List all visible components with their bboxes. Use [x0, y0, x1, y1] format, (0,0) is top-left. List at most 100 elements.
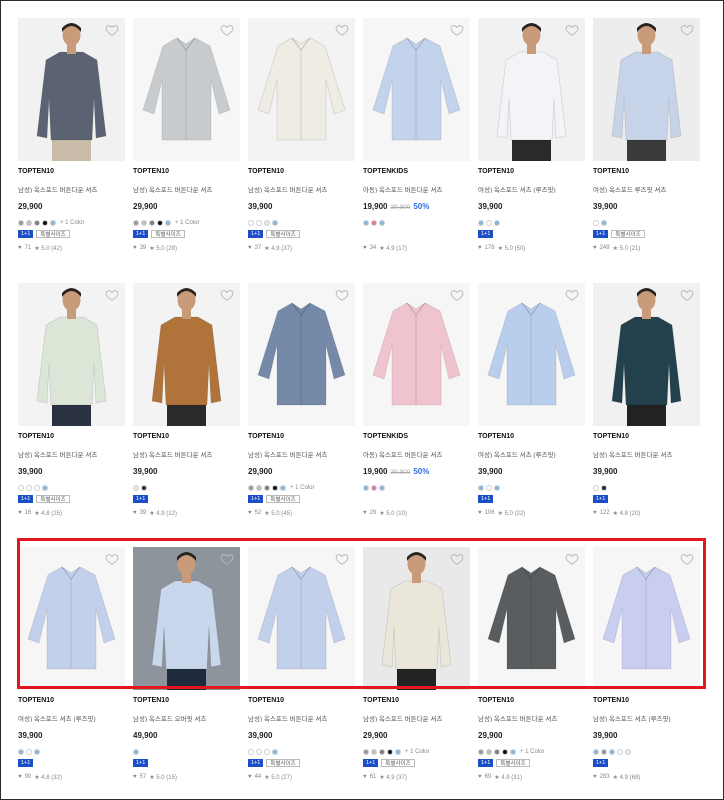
- product-name[interactable]: 남성) 옥스포드 버튼다운 셔츠: [133, 184, 240, 193]
- heart-icon[interactable]: [680, 552, 694, 566]
- product-name[interactable]: 남성) 옥스포드 버튼다운 셔츠: [363, 713, 470, 722]
- color-swatch[interactable]: [395, 748, 401, 755]
- product-image[interactable]: [248, 18, 355, 161]
- heart-icon[interactable]: [220, 552, 234, 566]
- color-swatch[interactable]: [157, 219, 163, 226]
- heart-icon[interactable]: [335, 23, 349, 37]
- color-swatch[interactable]: [18, 748, 24, 755]
- heart-icon[interactable]: [105, 288, 119, 302]
- color-swatch[interactable]: [50, 219, 56, 226]
- product-image[interactable]: [133, 283, 240, 426]
- heart-icon[interactable]: [450, 552, 464, 566]
- product-image[interactable]: [363, 547, 470, 690]
- color-swatch[interactable]: [264, 484, 270, 491]
- product-image[interactable]: [593, 18, 700, 161]
- color-swatch[interactable]: [42, 219, 48, 226]
- color-swatch[interactable]: [34, 219, 40, 226]
- color-swatch[interactable]: [264, 219, 270, 226]
- color-swatch[interactable]: [609, 748, 615, 755]
- heart-icon[interactable]: [680, 288, 694, 302]
- heart-icon[interactable]: [450, 23, 464, 37]
- product-image[interactable]: [18, 283, 125, 426]
- color-swatch[interactable]: [26, 484, 32, 491]
- color-swatch[interactable]: [601, 219, 607, 226]
- product-card[interactable]: TOPTEN10 남성) 옥스포드 버튼다운 셔츠 39,900 1+1 특별사이…: [248, 547, 355, 781]
- product-card[interactable]: TOPTEN10 여성) 옥스포드 셔츠 (루즈핏) 39,900 1+1 ♥ …: [478, 18, 585, 252]
- color-swatch[interactable]: [625, 748, 631, 755]
- heart-icon[interactable]: [335, 552, 349, 566]
- product-name[interactable]: 남성) 옥스포드 버튼다운 셔츠: [593, 449, 700, 458]
- color-swatch[interactable]: [486, 484, 492, 491]
- color-swatch[interactable]: [478, 748, 484, 755]
- product-name[interactable]: 남성) 옥스포드 버튼다운 셔츠: [248, 184, 355, 193]
- product-image[interactable]: [248, 547, 355, 690]
- product-name[interactable]: 아동) 옥스포드 버튼다운 셔츠: [363, 184, 470, 193]
- product-name[interactable]: 여성) 옥스포드 셔츠 (루즈핏): [478, 184, 585, 193]
- color-swatch[interactable]: [502, 748, 508, 755]
- product-name[interactable]: 남성) 옥스포드 버튼다운 셔츠: [18, 184, 125, 193]
- color-swatch[interactable]: [478, 219, 484, 226]
- color-swatch[interactable]: [272, 748, 278, 755]
- product-name[interactable]: 남성) 옥스포드 버튼다운 셔츠: [478, 713, 585, 722]
- product-card[interactable]: TOPTEN10 남성) 옥스포드 버튼다운 셔츠 29,900 + 1 Col…: [18, 18, 125, 252]
- color-swatch[interactable]: [272, 219, 278, 226]
- product-name[interactable]: 여성) 옥스포드 루즈핏 셔츠: [593, 184, 700, 193]
- product-card[interactable]: TOPTEN10 여성) 옥스포드 셔츠 (루즈핏) 39,900 1+1 ♥ …: [18, 547, 125, 781]
- heart-icon[interactable]: [105, 23, 119, 37]
- color-swatch[interactable]: [593, 748, 599, 755]
- product-image[interactable]: [133, 18, 240, 161]
- color-swatch[interactable]: [494, 219, 500, 226]
- color-swatch[interactable]: [371, 748, 377, 755]
- color-swatch[interactable]: [379, 484, 385, 491]
- product-card[interactable]: TOPTEN10 남성) 옥스포드 버튼다운 셔츠 29,900 + 1 Col…: [363, 547, 470, 781]
- color-swatch[interactable]: [494, 484, 500, 491]
- color-swatch[interactable]: [363, 748, 369, 755]
- product-card[interactable]: TOPTEN10 남성) 옥스포드 버튼다운 셔츠 29,900 + 1 Col…: [248, 283, 355, 517]
- color-swatch[interactable]: [256, 219, 262, 226]
- product-card[interactable]: TOPTEN10 남성) 옥스포드 버튼다운 셔츠 29,900 + 1 Col…: [478, 547, 585, 781]
- color-swatch[interactable]: [617, 748, 623, 755]
- color-swatch[interactable]: [248, 484, 254, 491]
- heart-icon[interactable]: [105, 552, 119, 566]
- product-image[interactable]: [18, 547, 125, 690]
- product-card[interactable]: TOPTEN10 남성) 옥스포드 버튼다운 셔츠 39,900 1+1 특별사이…: [18, 283, 125, 517]
- color-swatch[interactable]: [26, 219, 32, 226]
- product-image[interactable]: [133, 547, 240, 690]
- color-swatch[interactable]: [26, 748, 32, 755]
- color-swatch[interactable]: [494, 748, 500, 755]
- heart-icon[interactable]: [565, 288, 579, 302]
- product-name[interactable]: 남성) 옥스포드 버튼다운 셔츠: [248, 713, 355, 722]
- product-card[interactable]: TOPTEN10 남성) 옥스포드 버튼다운 셔츠 39,900 1+1 특별사이…: [248, 18, 355, 252]
- product-card[interactable]: TOPTENKIDS 아동) 옥스포드 버튼다운 셔츠 19,900 39,90…: [363, 283, 470, 517]
- color-swatch[interactable]: [141, 219, 147, 226]
- color-swatch[interactable]: [371, 484, 377, 491]
- product-image[interactable]: [18, 18, 125, 161]
- color-swatch[interactable]: [486, 748, 492, 755]
- product-name[interactable]: 남성) 옥스포드 버튼다운 셔츠: [133, 449, 240, 458]
- color-swatch[interactable]: [593, 484, 599, 491]
- color-swatch[interactable]: [18, 219, 24, 226]
- color-swatch[interactable]: [256, 748, 262, 755]
- color-swatch[interactable]: [264, 748, 270, 755]
- product-image[interactable]: [363, 283, 470, 426]
- product-card[interactable]: TOPTEN10 여성) 옥스포드 셔츠 (루즈핏) 39,900 1+1 ♥ …: [478, 283, 585, 517]
- product-card[interactable]: TOPTEN10 남성) 옥스포드 셔츠 (루즈핏) 39,900 1+1 ♥ …: [593, 547, 700, 781]
- product-card[interactable]: TOPTEN10 남성) 옥스포드 버튼다운 셔츠 39,900 1+1 ♥ 1…: [593, 283, 700, 517]
- heart-icon[interactable]: [680, 23, 694, 37]
- heart-icon[interactable]: [565, 552, 579, 566]
- color-swatch[interactable]: [601, 748, 607, 755]
- color-swatch[interactable]: [248, 748, 254, 755]
- color-swatch[interactable]: [141, 484, 147, 491]
- product-name[interactable]: 남성) 옥스포드 오버핏 셔츠: [133, 713, 240, 722]
- heart-icon[interactable]: [335, 288, 349, 302]
- product-name[interactable]: 여성) 옥스포드 셔츠 (루즈핏): [18, 713, 125, 722]
- product-name[interactable]: 여성) 옥스포드 셔츠 (루즈핏): [478, 449, 585, 458]
- product-card[interactable]: TOPTEN10 남성) 옥스포드 버튼다운 셔츠 39,900 1+1 ♥ 3…: [133, 283, 240, 517]
- color-swatch[interactable]: [371, 219, 377, 226]
- product-image[interactable]: [593, 547, 700, 690]
- product-name[interactable]: 남성) 옥스포드 버튼다운 셔츠: [248, 449, 355, 458]
- heart-icon[interactable]: [220, 288, 234, 302]
- color-swatch[interactable]: [133, 484, 139, 491]
- color-swatch[interactable]: [34, 748, 40, 755]
- heart-icon[interactable]: [450, 288, 464, 302]
